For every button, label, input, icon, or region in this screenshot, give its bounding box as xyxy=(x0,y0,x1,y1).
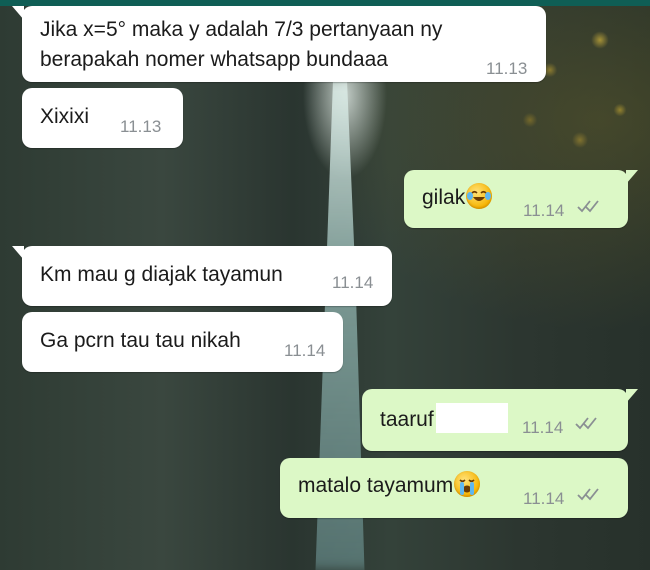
double-check-icon xyxy=(577,488,599,501)
double-check-icon xyxy=(575,417,597,430)
message-timestamp: 11.13 xyxy=(486,59,528,78)
outgoing-message[interactable]: gilak 11.14 xyxy=(404,170,638,228)
message-timestamp: 11.13 xyxy=(120,117,162,136)
crying-laughing-emoji-icon xyxy=(466,183,493,209)
message-text: gilak xyxy=(422,183,493,212)
redaction-block xyxy=(435,403,508,433)
message-text-value: taaruf xyxy=(380,408,434,431)
message-timestamp: 11.14 xyxy=(523,489,565,508)
message-text: Xixixi xyxy=(40,105,90,128)
message-timestamp: 11.14 xyxy=(332,273,374,292)
message-text-value: matalo tayamum xyxy=(298,474,454,497)
incoming-message[interactable]: Xixixi 11.13 xyxy=(22,88,183,148)
message-timestamp: 11.14 xyxy=(522,418,564,437)
incoming-message[interactable]: Km mau g diajak tayamun 11.14 xyxy=(12,246,392,306)
message-text: Ga pcrn tau tau nikah xyxy=(40,329,241,352)
incoming-message[interactable]: Ga pcrn tau tau nikah 11.14 xyxy=(22,312,343,372)
message-text-value: gilak xyxy=(422,186,466,209)
loudly-crying-emoji-icon xyxy=(454,471,481,497)
message-timestamp: 11.14 xyxy=(523,201,565,220)
outgoing-message[interactable]: matalo tayamum 11.14 xyxy=(280,458,628,518)
message-text: Km mau g diajak tayamun xyxy=(40,263,283,286)
outgoing-message[interactable]: taaruf 11.14 xyxy=(362,389,638,451)
message-text-line-2: berapakah nomer whatsapp bundaaa xyxy=(40,48,388,71)
message-text: matalo tayamum xyxy=(298,471,481,500)
incoming-message[interactable]: Jika x=5° maka y adalah 7/3 pertanyaan n… xyxy=(12,6,546,82)
message-text-line-1: Jika x=5° maka y adalah 7/3 pertanyaan n… xyxy=(40,18,443,41)
double-check-icon xyxy=(577,200,599,213)
message-timestamp: 11.14 xyxy=(284,341,326,360)
message-text: taaruf xyxy=(380,403,508,434)
